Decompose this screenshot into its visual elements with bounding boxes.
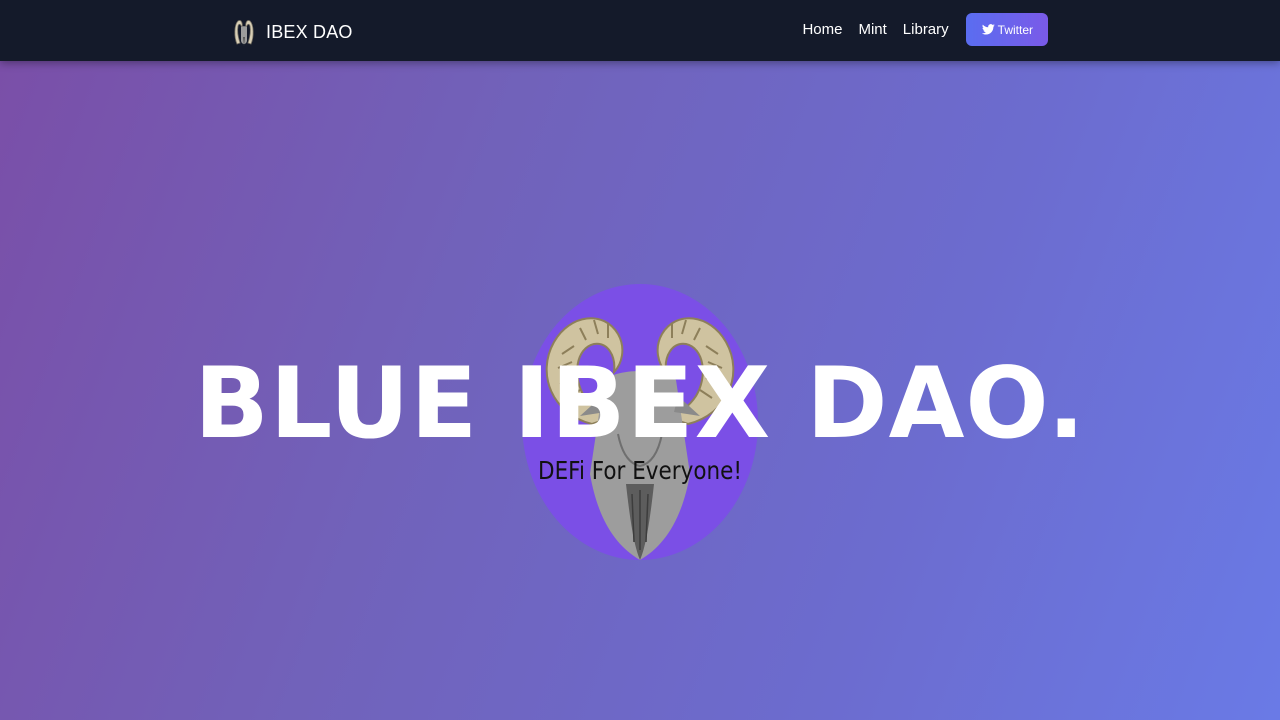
hero-section: BLUE IBEX DAO. DEFi For Everyone! — [0, 61, 1280, 720]
twitter-bird-icon — [981, 24, 995, 35]
ibex-logo-icon — [234, 20, 254, 46]
twitter-button-label: Twitter — [997, 22, 1033, 37]
twitter-button[interactable]: Twitter — [965, 13, 1048, 46]
nav-link-library[interactable]: Library — [903, 21, 949, 38]
hero-title: BLUE IBEX DAO. — [194, 347, 1086, 461]
nav-link-mint[interactable]: Mint — [858, 21, 886, 38]
nav-link-home[interactable]: Home — [802, 21, 842, 38]
nav-links: Home Mint Library Twitter — [802, 13, 1048, 46]
hero-subtitle: DEFi For Everyone! — [538, 456, 742, 485]
top-navbar: IBEX DAO Home Mint Library Twitter — [0, 0, 1280, 61]
brand-link[interactable]: IBEX DAO — [232, 16, 353, 48]
brand-name: IBEX DAO — [266, 21, 353, 42]
